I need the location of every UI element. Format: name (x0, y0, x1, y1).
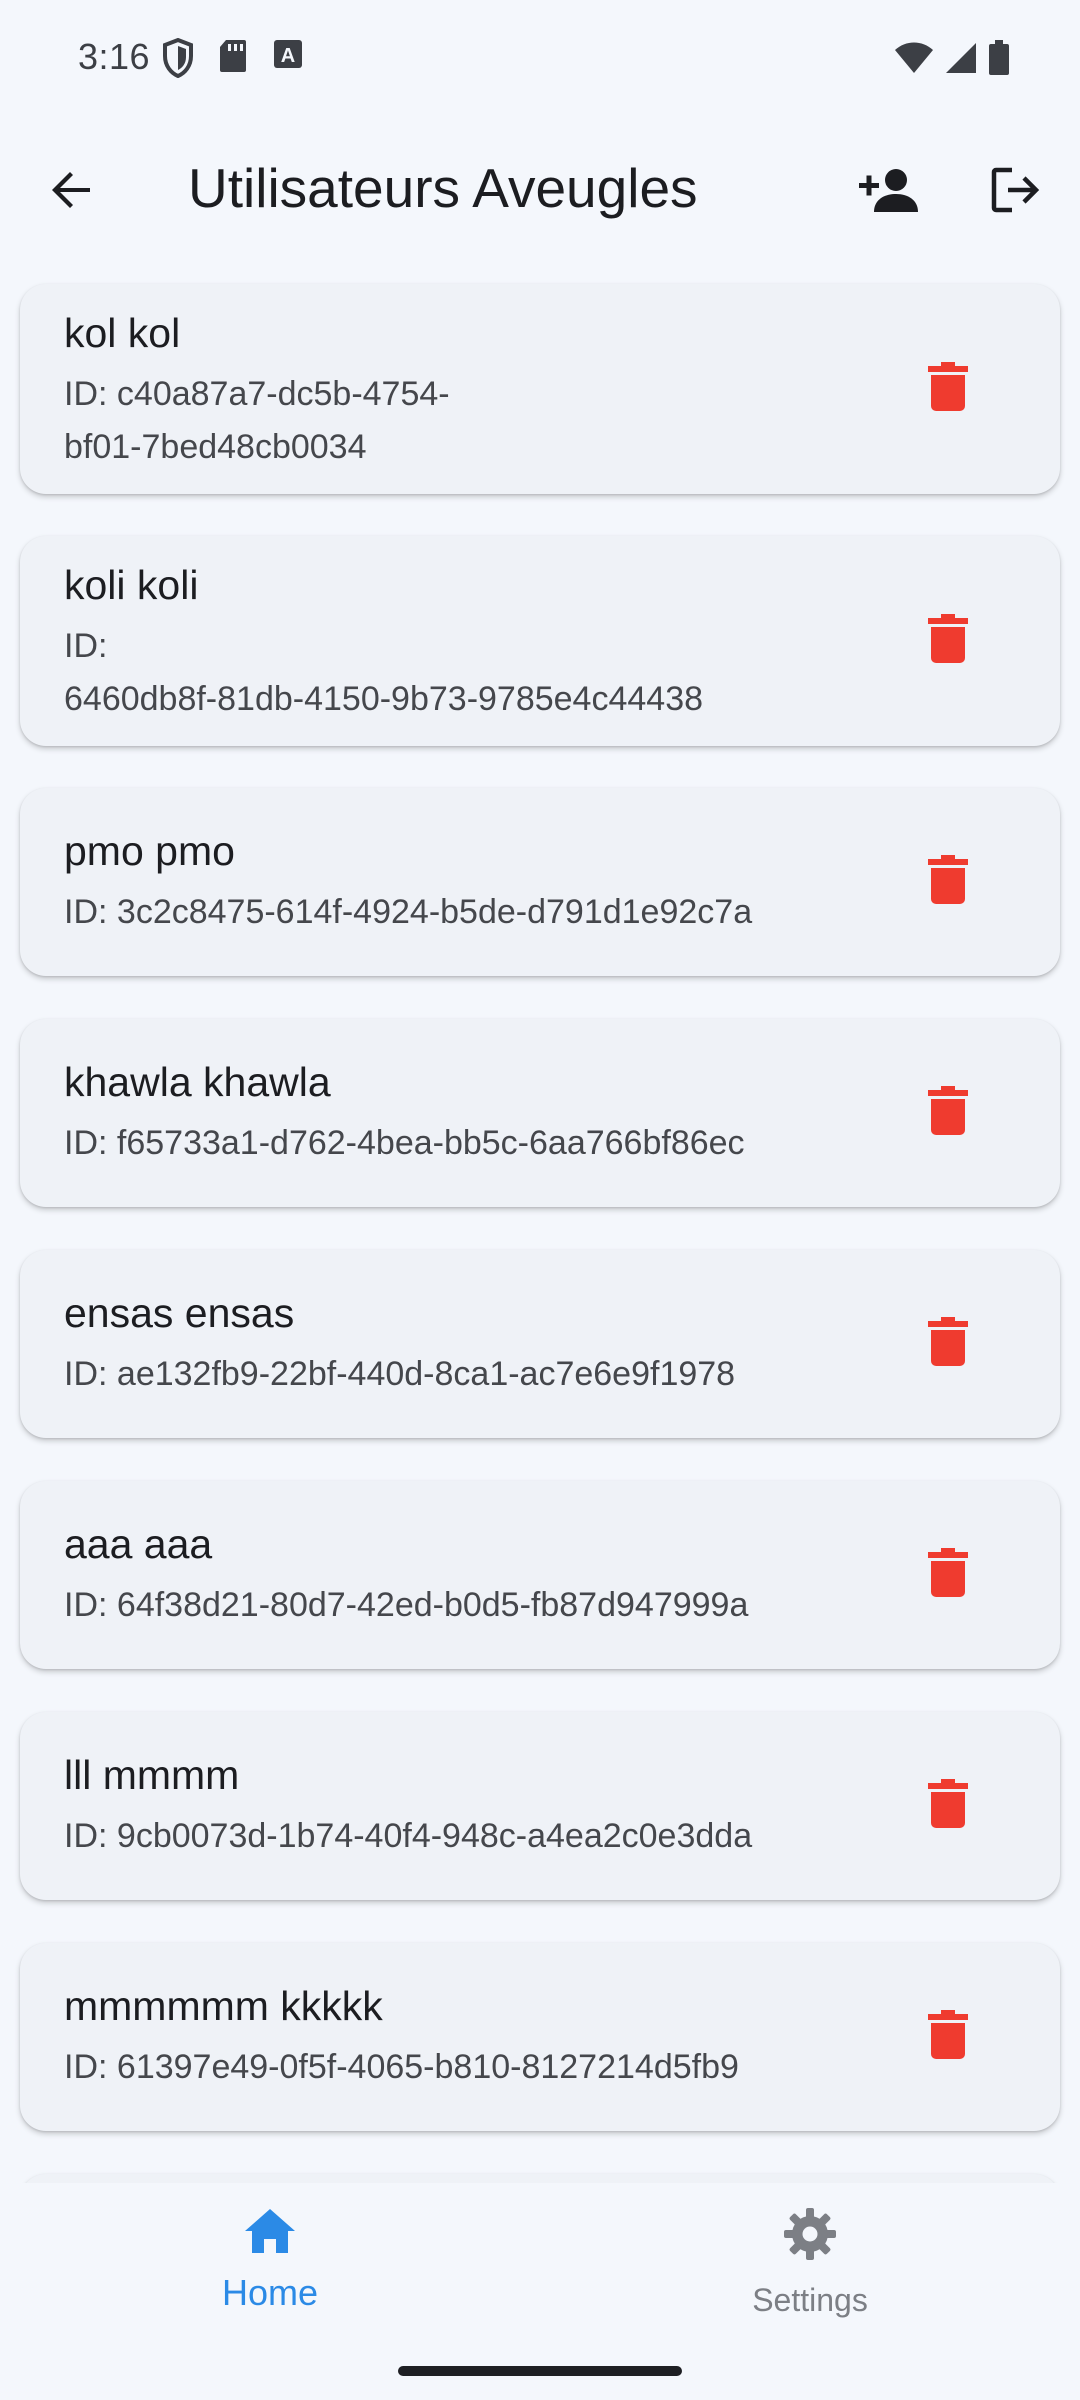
status-left-icons: A (162, 37, 304, 83)
user-name: khawla khawla (64, 1059, 331, 1105)
logout-icon (990, 166, 1042, 219)
text-a-icon: A (272, 38, 304, 83)
delete-button[interactable] (900, 593, 996, 689)
signal-icon (944, 41, 978, 80)
status-right-icons (894, 40, 1010, 81)
user-name: pmo pmo (64, 828, 235, 874)
user-id: ID: c40a87a7-dc5b-4754-bf01-7bed48cb0034 (64, 368, 524, 474)
trash-icon (928, 1085, 968, 1141)
bottom-nav: Home Settings (0, 2183, 1080, 2400)
user-name: aaa aaa (64, 1521, 213, 1567)
user-id: ID: ae132fb9-22bf-440d-8ca1-ac7e6e9f1978 (64, 1348, 864, 1401)
user-id-prefix: ID: (64, 893, 108, 931)
user-id: ID: f65733a1-d762-4bea-bb5c-6aa766bf86ec (64, 1117, 864, 1170)
user-id-value: ae132fb9-22bf-440d-8ca1-ac7e6e9f1978 (116, 1355, 736, 1393)
delete-button[interactable] (900, 1065, 996, 1161)
gesture-bar[interactable] (398, 2366, 682, 2376)
nav-label-settings: Settings (752, 2282, 868, 2318)
user-card[interactable]: pmo pmo ID: 3c2c8475-614f-4924-b5de-d791… (20, 788, 1060, 976)
user-id-prefix: ID: (64, 1586, 108, 1624)
user-id: ID: 6460db8f-81db-4150-9b73-9785e4c44438 (64, 620, 854, 726)
user-id-value: 64f38d21-80d7-42ed-b0d5-fb87d947999a (116, 1586, 749, 1624)
user-card[interactable]: ensas ensas ID: ae132fb9-22bf-440d-8ca1-… (20, 1250, 1060, 1438)
user-id: ID: 9cb0073d-1b74-40f4-948c-a4ea2c0e3dda (64, 1810, 864, 1863)
sd-card-icon (218, 38, 248, 83)
user-card[interactable]: aaa aaa ID: 64f38d21-80d7-42ed-b0d5-fb87… (20, 1481, 1060, 1669)
delete-button[interactable] (900, 1527, 996, 1623)
trash-icon (928, 854, 968, 910)
add-user-button[interactable] (848, 150, 932, 234)
delete-button[interactable] (900, 341, 996, 437)
gear-icon (783, 2207, 837, 2266)
user-card[interactable]: kol kol ID: c40a87a7-dc5b-4754-bf01-7bed… (20, 284, 1060, 494)
user-id-prefix: ID: (64, 375, 108, 413)
arrow-left-icon (48, 166, 96, 219)
shield-icon (162, 37, 194, 83)
user-name: koli koli (64, 562, 199, 608)
user-name: ensas ensas (64, 1290, 295, 1336)
user-card[interactable]: khawla khawla ID: f65733a1-d762-4bea-bb5… (20, 1019, 1060, 1207)
back-button[interactable] (30, 150, 114, 234)
delete-button[interactable] (900, 1758, 996, 1854)
user-id-prefix: ID: (64, 627, 108, 665)
home-icon (243, 2207, 297, 2260)
screen: 3:16 A Utilisateurs Aveugles kol kol ID:… (0, 0, 1080, 2400)
user-name: kol kol (64, 310, 181, 356)
user-id-value: 61397e49-0f5f-4065-b810-8127214d5fb9 (116, 2048, 739, 2086)
user-card[interactable]: koli koli ID: 6460db8f-81db-4150-9b73-978… (20, 536, 1060, 746)
user-id: ID: 64f38d21-80d7-42ed-b0d5-fb87d947999a (64, 1579, 864, 1632)
user-id-prefix: ID: (64, 1124, 108, 1162)
trash-icon (928, 1547, 968, 1603)
user-id: ID: 61397e49-0f5f-4065-b810-8127214d5fb9 (64, 2041, 864, 2094)
user-id-prefix: ID: (64, 1817, 108, 1855)
user-id-value: 9cb0073d-1b74-40f4-948c-a4ea2c0e3dda (116, 1817, 753, 1855)
user-name: lll mmmm (64, 1752, 240, 1798)
logout-button[interactable] (974, 150, 1058, 234)
user-id-prefix: ID: (64, 1355, 108, 1393)
trash-icon (928, 1778, 968, 1834)
battery-icon (988, 40, 1010, 81)
person-add-icon (858, 166, 922, 219)
nav-item-home[interactable]: Home (120, 2207, 420, 2337)
wifi-icon (894, 41, 934, 80)
user-id-value: 6460db8f-81db-4150-9b73-9785e4c44438 (64, 680, 704, 718)
user-id-value: f65733a1-d762-4bea-bb5c-6aa766bf86ec (116, 1124, 745, 1162)
svg-text:A: A (281, 45, 295, 67)
trash-icon (928, 361, 968, 417)
nav-label-home: Home (221, 2272, 319, 2313)
page-title: Utilisateurs Aveugles (188, 157, 698, 219)
user-id-prefix: ID: (64, 2048, 108, 2086)
user-id-value: 3c2c8475-614f-4924-b5de-d791d1e92c7a (116, 893, 753, 931)
user-id-value: c40a87a7-dc5b-4754-bf01-7bed48cb0034 (64, 375, 450, 466)
trash-icon (928, 613, 968, 669)
delete-button[interactable] (900, 834, 996, 930)
nav-item-settings[interactable]: Settings (660, 2207, 960, 2337)
user-id: ID: 3c2c8475-614f-4924-b5de-d791d1e92c7a (64, 886, 864, 939)
status-bar: 3:16 A (0, 0, 1080, 120)
user-card[interactable]: mmmmmm kkkkk ID: 61397e49-0f5f-4065-b810… (20, 1943, 1060, 2131)
status-time: 3:16 (78, 36, 151, 77)
trash-icon (928, 2009, 968, 2065)
user-name: mmmmmm kkkkk (64, 1983, 383, 2029)
app-bar: Utilisateurs Aveugles (0, 120, 1080, 260)
trash-icon (928, 1316, 968, 1372)
delete-button[interactable] (900, 1296, 996, 1392)
user-card[interactable]: lll mmmm ID: 9cb0073d-1b74-40f4-948c-a4e… (20, 1712, 1060, 1900)
delete-button[interactable] (900, 1989, 996, 2085)
